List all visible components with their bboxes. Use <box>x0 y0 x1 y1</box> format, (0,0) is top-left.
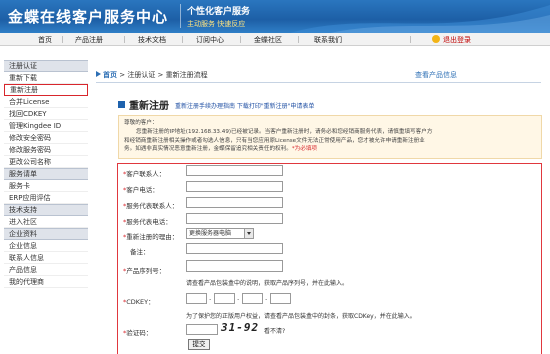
sidebar-item-manage-kingdee-id[interactable]: 管理Kingdee ID <box>4 120 88 132</box>
cdkey-label: *CDKEY： <box>123 298 155 306</box>
title-square-icon <box>118 101 125 108</box>
site-logo[interactable]: 金蝶在线客户服务中心 <box>8 6 168 27</box>
notice-text: 您重新注册的IP地址(192.168.33.49)已经被记录。当客户重新注册时，… <box>136 128 433 135</box>
nav-subscription[interactable]: 订阅中心 <box>196 35 224 45</box>
rep-contact-label: *服务代表联系人： <box>123 202 179 210</box>
logout-link[interactable]: 退出登录 <box>432 35 471 45</box>
phone-input[interactable] <box>186 181 283 192</box>
site-header: 金蝶在线客户服务中心 个性化客户服务 主动服务 快速反应 <box>0 0 550 33</box>
sidebar-section-title: 注册认证 <box>4 60 88 72</box>
notice-greeting: 尊敬的客户： <box>124 120 158 126</box>
breadcrumb-divider <box>96 82 541 83</box>
cdkey-input-4[interactable] <box>270 293 291 304</box>
remark-input[interactable] <box>186 243 283 254</box>
breadcrumb-path: > 注册认证 > 重新注册流程 <box>117 71 208 79</box>
rep-phone-label: *服务代表电话： <box>123 218 172 226</box>
phone-label: *客户电话： <box>123 186 159 194</box>
contact-input[interactable] <box>186 165 283 176</box>
sidebar-item-product-info[interactable]: 产品信息 <box>4 264 88 276</box>
breadcrumb-home[interactable]: 首页 <box>103 71 117 79</box>
breadcrumb-arrow-icon <box>96 71 101 77</box>
chevron-down-icon <box>244 229 253 238</box>
sidebar-item-redownload[interactable]: 重新下载 <box>4 72 88 84</box>
captcha-label: *验证码： <box>123 329 153 337</box>
sidebar-item-security-password[interactable]: 修改安全密码 <box>4 132 88 144</box>
contact-label: *客户联系人： <box>123 170 166 178</box>
reason-select[interactable]: 更换服务器电脑 <box>186 228 254 239</box>
nav-divider <box>182 36 183 43</box>
sidebar-item-recover-cdkey[interactable]: 找回CDKEY <box>4 108 88 120</box>
sidebar-item-reregister[interactable]: 重新注册 <box>4 84 88 96</box>
nav-home[interactable]: 首页 <box>38 35 52 45</box>
captcha-image: 31-92 <box>221 321 260 334</box>
notice-text: 和经销商重新注册相关操作或者勾选人信息，只有当您应用原License文件无法正常… <box>124 137 425 144</box>
reason-selected-value: 更换服务器电脑 <box>189 230 232 237</box>
page-title: 重新注册 <box>129 101 169 112</box>
notice-text-end: 务。如遇非真实情况恶意重新注册，金蝶保留追究相关责任的权利。 <box>124 146 292 153</box>
sidebar-item-service-password[interactable]: 修改服务密码 <box>4 144 88 156</box>
rep-contact-input[interactable] <box>186 197 283 208</box>
sidebar-item-contact-info[interactable]: 联系人信息 <box>4 252 88 264</box>
reason-label: *重新注册的理由： <box>123 233 179 241</box>
cdkey-input-1[interactable] <box>186 293 207 304</box>
logout-label: 退出登录 <box>443 36 471 44</box>
guide-links[interactable]: 重新注册手续办理指南 下载打印"重新注册"申请表单 <box>175 101 314 110</box>
nav-divider <box>240 36 241 43</box>
sidebar-item-service-card[interactable]: 服务卡 <box>4 180 88 192</box>
sidebar-item-company-name[interactable]: 更改公司名称 <box>4 156 88 168</box>
sidebar: 注册认证 重新下载 重新注册 合并License 找回CDKEY 管理Kingd… <box>4 60 88 354</box>
serial-label: *产品序列号： <box>123 267 166 275</box>
page-title-row: 重新注册 重新注册手续办理指南 下载打印"重新注册"申请表单 <box>118 97 314 112</box>
header-decoration <box>290 5 550 33</box>
notice-box: 尊敬的客户： 您重新注册的IP地址(192.168.33.49)已经被记录。当客… <box>118 115 542 159</box>
sidebar-item-enter-community[interactable]: 进入社区 <box>4 216 88 228</box>
sidebar-item-company-info[interactable]: 企业信息 <box>4 240 88 252</box>
sidebar-section-title: 服务请单 <box>4 168 88 180</box>
nav-product-register[interactable]: 产品注册 <box>75 35 103 45</box>
serial-input[interactable] <box>186 260 283 272</box>
rep-phone-input[interactable] <box>186 213 283 224</box>
sidebar-section-title: 技术支持 <box>4 204 88 216</box>
cdkey-input-3[interactable] <box>242 293 263 304</box>
main-nav: 首页 产品注册 技术文档 订阅中心 金蝶社区 联系我们 退出登录 <box>0 33 550 46</box>
nav-divider <box>124 36 125 43</box>
sidebar-section-title: 企业资料 <box>4 228 88 240</box>
nav-contact[interactable]: 联系我们 <box>314 35 342 45</box>
cdkey-input-2[interactable] <box>214 293 235 304</box>
view-product-info-link[interactable]: 查看产品信息 <box>415 70 457 80</box>
nav-community[interactable]: 金蝶社区 <box>254 35 282 45</box>
sidebar-item-merge-license[interactable]: 合并License <box>4 96 88 108</box>
captcha-input[interactable] <box>186 324 218 335</box>
notice-text: 务。如遇非真实情况恶意重新注册，金蝶保留追究相关责任的权利。*为必填项 <box>124 145 536 154</box>
required-note: *为必填项 <box>291 146 318 153</box>
remark-label: 备注： <box>130 248 150 256</box>
reregister-form <box>117 163 542 354</box>
nav-divider <box>410 36 411 43</box>
captcha-refresh-link[interactable]: 看不清? <box>264 326 285 335</box>
breadcrumb: 首页 > 注册认证 > 重新注册流程 <box>96 70 536 82</box>
sidebar-item-my-agent[interactable]: 我的代理商 <box>4 276 88 288</box>
sidebar-item-erp-assessment[interactable]: ERP应用评估 <box>4 192 88 204</box>
submit-button[interactable]: 提交 <box>188 339 210 350</box>
logout-icon <box>432 35 440 43</box>
serial-hint: 请查看产品包装盒中的说明，获取产品序列号，并在此输入。 <box>186 280 349 287</box>
nav-divider <box>62 36 63 43</box>
nav-divider <box>298 36 299 43</box>
cdkey-hint: 为了保护您的正版用户权益，请查看产品包装盒中的封条，获取CDKey，并在此输入。 <box>186 313 416 320</box>
nav-tech-docs[interactable]: 技术文档 <box>138 35 166 45</box>
